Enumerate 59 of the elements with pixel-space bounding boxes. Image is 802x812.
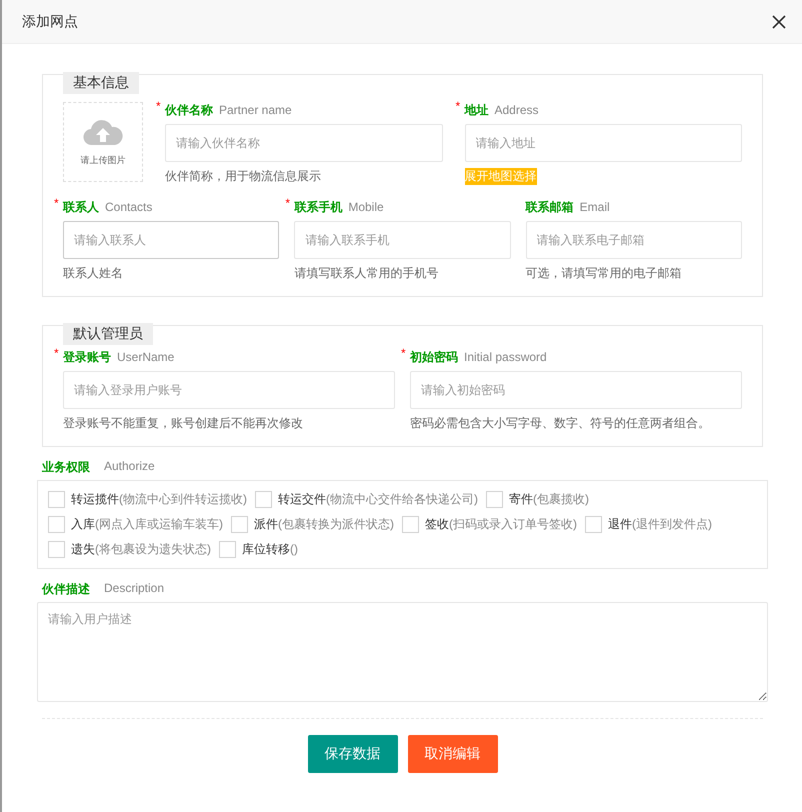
input-field[interactable]: 请输入登录用户账号: [63, 371, 395, 409]
checkbox[interactable]: [486, 491, 503, 508]
checkbox-label: 签收(扫码或录入订单号签收): [425, 516, 577, 533]
checkbox-label: 转运交件(物流中心交件给各快递公司): [278, 491, 478, 508]
required-mark: *: [285, 196, 290, 210]
checkbox[interactable]: [48, 541, 65, 558]
checkbox[interactable]: [255, 491, 272, 508]
checkbox-label: 遗失(将包裹设为遗失状态): [71, 541, 211, 558]
image-upload[interactable]: 请上传图片: [63, 102, 143, 182]
help-text: 请填写联系人常用的手机号: [294, 265, 440, 282]
field-label-english: Description: [104, 581, 164, 597]
checkbox[interactable]: [48, 491, 65, 508]
cloud-upload-icon: [83, 118, 123, 146]
field-label-english: Initial password: [464, 350, 547, 364]
field-label: 业务权限: [42, 459, 90, 476]
required-mark: *: [401, 346, 406, 360]
field-label-english: Contacts: [105, 200, 152, 214]
save-button[interactable]: 保存数据: [308, 735, 398, 773]
checkbox-label: 寄件(包裹揽收): [509, 491, 589, 508]
upload-caption: 请上传图片: [80, 154, 126, 166]
input-field[interactable]: 请输入伙伴名称: [165, 124, 442, 162]
help-text: 可选，请填写常用的电子邮箱: [526, 265, 683, 282]
checkbox[interactable]: [402, 516, 419, 533]
window-title: 添加网点: [22, 12, 78, 30]
input-field[interactable]: 请输入初始密码: [410, 371, 742, 409]
input-field[interactable]: 请输入联系电子邮箱: [526, 221, 742, 259]
checkbox[interactable]: [231, 516, 248, 533]
field-label-english: Authorize: [104, 459, 155, 475]
field-label-english: Partner name: [219, 103, 292, 117]
required-mark: *: [54, 196, 59, 210]
field-label: 伙伴描述: [42, 581, 90, 598]
help-text: 伙伴简称，用于物流信息展示: [165, 168, 322, 185]
input-field[interactable]: 请输入联系手机: [294, 221, 511, 259]
field-label: 联系邮箱: [526, 199, 574, 216]
checkbox[interactable]: [219, 541, 236, 558]
description-field[interactable]: 请输入用户描述: [37, 602, 768, 702]
checkbox-label: 派件(包裹转换为派件状态): [254, 516, 394, 533]
help-text: 联系人姓名: [63, 265, 124, 282]
help-text: 密码必需包含大小写字母、数字、符号的任意两者组合。: [410, 415, 711, 432]
section-legend: 默认管理员: [63, 323, 153, 345]
field-label-english: Mobile: [348, 200, 384, 214]
checkbox[interactable]: [48, 516, 65, 533]
field-label-english: Address: [494, 103, 539, 117]
field-label-english: Email: [580, 200, 610, 214]
field-label-english: UserName: [117, 350, 174, 364]
cancel-button[interactable]: 取消编辑: [408, 735, 498, 773]
required-mark: *: [156, 99, 161, 113]
checkbox-label: 转运揽件(物流中心到件转运揽收): [71, 491, 247, 508]
section-legend: 基本信息: [63, 72, 139, 94]
input-field[interactable]: 请输入地址: [464, 124, 742, 162]
checkbox-label: 库位转移(): [242, 541, 298, 558]
close-icon[interactable]: [772, 14, 786, 28]
help-text: 登录账号不能重复，账号创建后不能再次修改: [63, 415, 304, 432]
checkbox-label: 入库(网点入库或运输车装车): [71, 516, 223, 533]
checkbox[interactable]: [585, 516, 602, 533]
input-field[interactable]: 请输入联系人: [63, 221, 280, 259]
checkbox-label: 退件(退件到发件点): [608, 516, 712, 533]
required-mark: *: [54, 346, 59, 360]
required-mark: *: [456, 99, 460, 113]
